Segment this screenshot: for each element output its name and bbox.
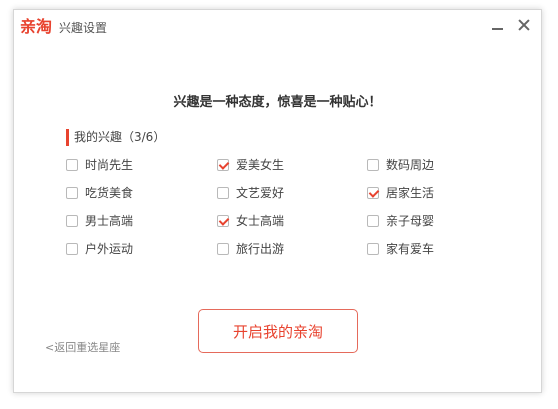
interest-option[interactable]: 居家生活 xyxy=(367,184,434,202)
checkbox[interactable] xyxy=(66,243,78,255)
back-link[interactable]: <返回重选星座 xyxy=(45,341,120,355)
checkbox[interactable] xyxy=(217,243,229,255)
start-button[interactable]: 开启我的亲淘 xyxy=(198,309,358,353)
app-logo: 亲淘 xyxy=(20,17,53,36)
interest-label: 文艺爱好 xyxy=(236,186,285,200)
interest-label: 户外运动 xyxy=(85,242,134,256)
minimize-icon xyxy=(491,28,503,30)
interest-option[interactable]: 男士高端 xyxy=(66,212,133,230)
interest-option[interactable]: 时尚先生 xyxy=(66,156,133,174)
section-label: 我的兴趣（3/6） xyxy=(74,130,166,144)
interest-option[interactable]: 数码周边 xyxy=(367,156,434,174)
checkbox[interactable] xyxy=(66,159,78,171)
interest-label: 男士高端 xyxy=(85,214,134,228)
interest-settings-window: 亲淘 兴趣设置 兴趣是一种态度，惊喜是一种贴心！ 我的兴趣（3/6） 时尚先生 … xyxy=(13,9,542,393)
interest-option[interactable]: 爱美女生 xyxy=(217,156,284,174)
interest-label: 数码周边 xyxy=(386,158,435,172)
interest-label: 时尚先生 xyxy=(85,158,134,172)
title-bar[interactable]: 亲淘 兴趣设置 xyxy=(14,10,541,44)
interest-label: 爱美女生 xyxy=(236,158,285,172)
checkbox[interactable] xyxy=(66,187,78,199)
checkbox[interactable] xyxy=(217,187,229,199)
interest-label: 旅行出游 xyxy=(236,242,285,256)
checkbox[interactable] xyxy=(367,243,379,255)
section-accent-bar xyxy=(66,128,69,146)
interest-option[interactable]: 户外运动 xyxy=(66,240,133,258)
interest-label: 女士高端 xyxy=(236,214,285,228)
interest-option[interactable]: 女士高端 xyxy=(217,212,284,230)
interest-label: 家有爱车 xyxy=(386,242,435,256)
checkbox-checked[interactable] xyxy=(367,187,379,199)
minimize-button[interactable] xyxy=(486,14,508,36)
interest-option[interactable]: 旅行出游 xyxy=(217,240,284,258)
interest-option[interactable]: 文艺爱好 xyxy=(217,184,284,202)
checkbox[interactable] xyxy=(66,215,78,227)
interest-label: 居家生活 xyxy=(386,186,435,200)
window-title: 兴趣设置 xyxy=(59,21,108,35)
checkbox-checked[interactable] xyxy=(217,215,229,227)
section-header: 我的兴趣（3/6） xyxy=(66,128,165,146)
interest-label: 吃货美食 xyxy=(85,186,134,200)
checkbox[interactable] xyxy=(367,215,379,227)
interest-option[interactable]: 亲子母婴 xyxy=(367,212,434,230)
interest-label: 亲子母婴 xyxy=(386,214,435,228)
checkbox-checked[interactable] xyxy=(217,159,229,171)
checkbox[interactable] xyxy=(367,159,379,171)
close-icon xyxy=(518,19,530,31)
interest-option[interactable]: 家有爱车 xyxy=(367,240,434,258)
tagline: 兴趣是一种态度，惊喜是一种贴心！ xyxy=(173,95,382,110)
interest-option[interactable]: 吃货美食 xyxy=(66,184,133,202)
close-button[interactable] xyxy=(513,14,535,36)
